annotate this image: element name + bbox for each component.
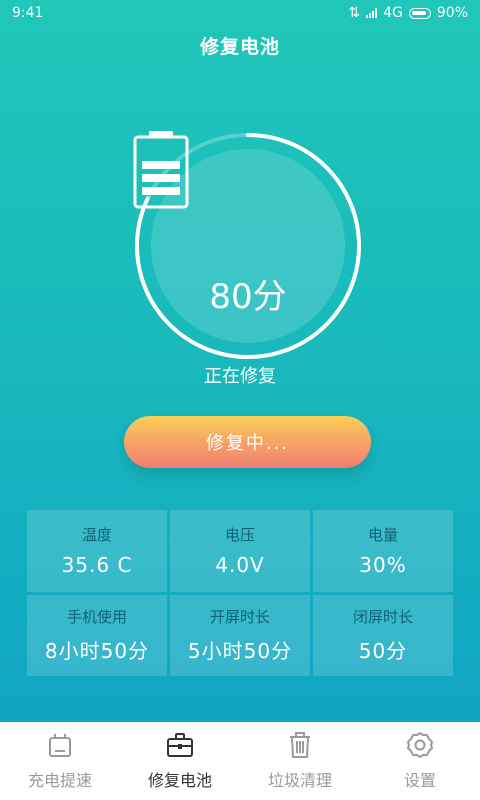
network-type: 4G <box>383 5 403 21</box>
stat-label: 开屏时长 <box>209 608 270 627</box>
stat-phone-usage: 手机使用 8小时50分 <box>27 594 167 676</box>
charging-icon <box>49 734 71 757</box>
stat-value: 30% <box>359 553 407 578</box>
tab-charge-boost[interactable]: 充电提速 <box>0 731 120 791</box>
stat-label: 电压 <box>224 526 255 545</box>
tab-settings[interactable]: 设置 <box>360 731 480 791</box>
stat-value: 5小时50分 <box>187 639 293 664</box>
stat-label: 手机使用 <box>66 608 127 627</box>
tab-label: 充电提速 <box>27 771 92 790</box>
data-transfer-icon: ⇅ <box>348 5 361 21</box>
gear-icon <box>407 732 433 758</box>
battery-icon <box>133 131 189 209</box>
repair-gauge: 80分 <box>133 131 363 361</box>
stat-temperature: 温度 35.6 C <box>27 510 167 592</box>
battery-score: 80分 <box>209 277 287 317</box>
tab-label: 设置 <box>403 771 436 790</box>
page-title: 修复电池 <box>199 36 280 58</box>
toolbox-icon <box>167 733 193 757</box>
stat-value: 35.6 C <box>61 553 133 578</box>
trash-icon <box>290 732 310 758</box>
stat-screen-off-time: 闭屏时长 50分 <box>313 594 453 676</box>
stat-voltage: 电压 4.0V <box>170 510 310 592</box>
stat-charge-level: 电量 30% <box>313 510 453 592</box>
repair-status-text: 正在修复 <box>204 366 276 387</box>
signal-icon <box>366 8 378 18</box>
tab-label: 修复电池 <box>147 771 212 790</box>
battery-stats-grid: 温度 35.6 C 电压 4.0V 电量 30% 手机使用 8小时50分 开屏时… <box>27 510 453 676</box>
tab-junk-cleanup[interactable]: 垃圾清理 <box>240 731 360 791</box>
stat-label: 电量 <box>367 526 398 545</box>
stat-screen-on-time: 开屏时长 5小时50分 <box>170 594 310 676</box>
tab-label: 垃圾清理 <box>267 771 332 790</box>
battery-status-icon <box>408 7 431 19</box>
repair-screen: 9:41 ⇅ 4G 90% 修复电池 80分 正在修复 修复中... 温度 35… <box>0 0 480 722</box>
status-bar: 9:41 ⇅ 4G 90% <box>0 0 480 26</box>
repair-button[interactable]: 修复中... <box>124 416 371 468</box>
stat-label: 闭屏时长 <box>352 608 413 627</box>
stat-label: 温度 <box>81 526 112 545</box>
stat-value: 4.0V <box>215 553 265 578</box>
tab-repair-battery[interactable]: 修复电池 <box>120 731 240 791</box>
stat-value: 8小时50分 <box>44 639 150 664</box>
stat-value: 50分 <box>358 639 408 664</box>
status-indicators: ⇅ 4G 90% <box>348 5 468 21</box>
battery-percent: 90% <box>436 5 468 21</box>
status-time: 9:41 <box>12 5 44 21</box>
bottom-tab-bar: 充电提速 修复电池 垃圾清理 设置 <box>0 722 480 800</box>
